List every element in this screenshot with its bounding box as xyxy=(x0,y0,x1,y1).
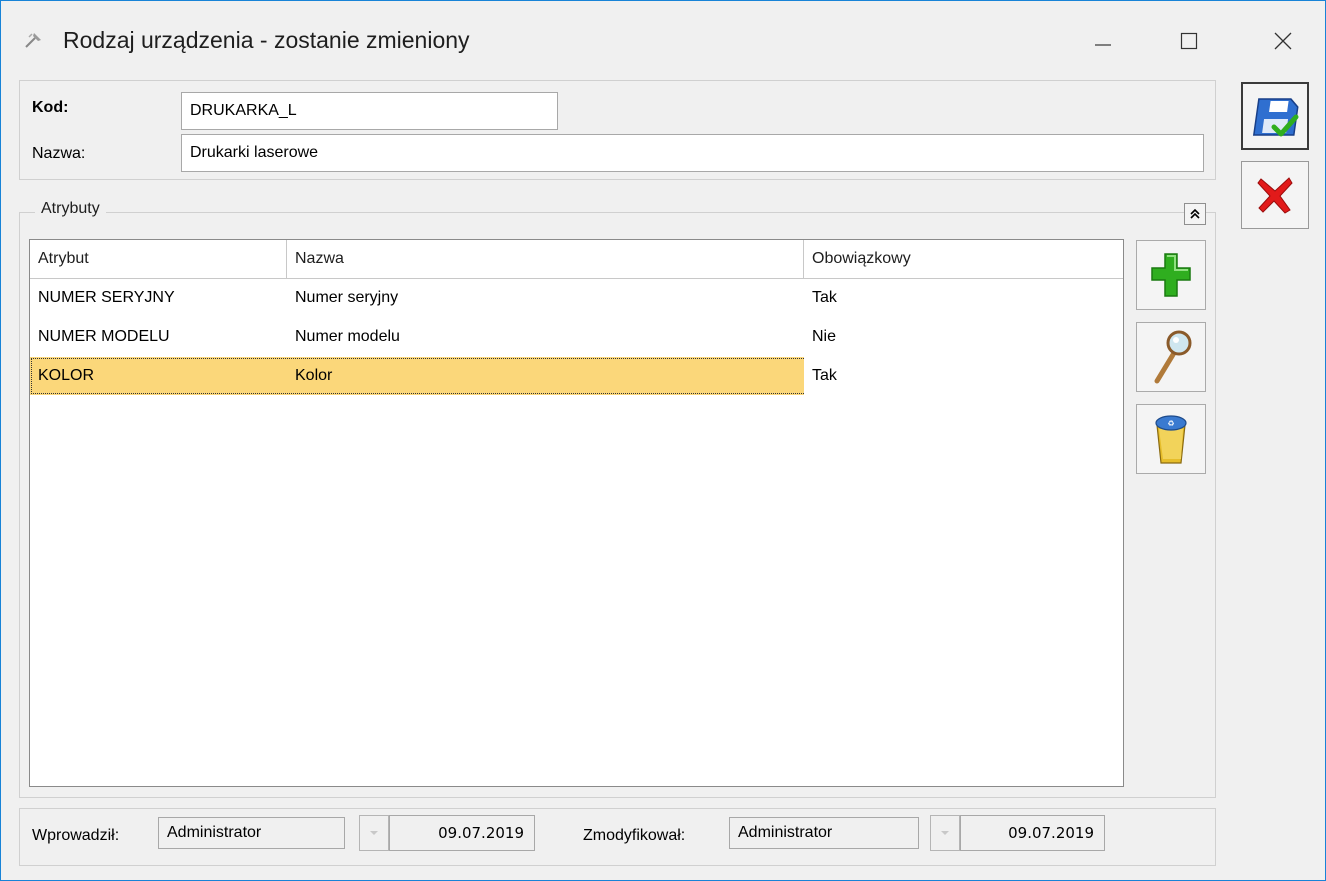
wprowadzil-user-field: Administrator xyxy=(158,817,345,849)
maximize-button[interactable] xyxy=(1161,15,1217,67)
maximize-icon xyxy=(1180,32,1198,50)
column-header-nazwa[interactable]: Nazwa xyxy=(287,240,804,278)
wprowadzil-date-field[interactable]: 09.07.2019 xyxy=(389,815,535,851)
cell-nazwa: Kolor xyxy=(295,367,333,384)
cell-atrybut: NUMER MODELU xyxy=(38,328,170,345)
edit-button[interactable] xyxy=(1136,322,1206,392)
attributes-table[interactable]: Atrybut Nazwa Obowiązkowy NUMER SERYJNY … xyxy=(29,239,1124,787)
delete-button[interactable]: ♻ xyxy=(1136,404,1206,474)
trash-bin-icon: ♻ xyxy=(1155,415,1187,464)
cell-atrybut: KOLOR xyxy=(38,367,95,384)
kod-input[interactable]: DRUKARKA_L xyxy=(181,92,558,130)
window-title: Rodzaj urządzenia - zostanie zmieniony xyxy=(63,27,470,53)
save-floppy-check-icon xyxy=(1252,98,1299,137)
zmodyfikowal-user-field: Administrator xyxy=(729,817,919,849)
save-button[interactable] xyxy=(1241,82,1309,150)
cell-nazwa: Numer modelu xyxy=(295,328,400,345)
cell-obowiazkowy: Nie xyxy=(812,328,837,345)
chevron-down-icon xyxy=(370,831,378,835)
dialog-window: Rodzaj urządzenia - zostanie zmieniony K… xyxy=(0,0,1326,881)
chevron-down-icon xyxy=(941,831,949,835)
nazwa-label: Nazwa: xyxy=(32,145,86,162)
minimize-icon xyxy=(1095,44,1111,46)
zmodyfikowal-date-dropdown[interactable] xyxy=(930,815,960,851)
table-row[interactable]: NUMER SERYJNY Numer seryjny Tak xyxy=(30,279,1123,317)
kod-label: Kod: xyxy=(32,99,69,116)
cancel-button[interactable] xyxy=(1241,161,1309,229)
cancel-x-icon xyxy=(1257,177,1293,214)
table-row-selected[interactable]: KOLOR Kolor Tak xyxy=(30,357,1123,395)
table-row[interactable]: NUMER MODELU Numer modelu Nie xyxy=(30,318,1123,356)
cell-obowiazkowy: Tak xyxy=(812,289,837,306)
svg-text:♻: ♻ xyxy=(1167,419,1174,428)
column-header-obowiazkowy[interactable]: Obowiązkowy xyxy=(804,240,1123,278)
column-header-atrybut[interactable]: Atrybut xyxy=(30,240,287,278)
magnifier-icon xyxy=(1154,330,1192,384)
wprowadzil-date-dropdown[interactable] xyxy=(359,815,389,851)
zmodyfikowal-date-field[interactable]: 09.07.2019 xyxy=(960,815,1105,851)
attributes-group-label: Atrybuty xyxy=(35,200,106,218)
cell-nazwa: Numer seryjny xyxy=(295,289,399,306)
minimize-button[interactable] xyxy=(1075,15,1131,67)
collapse-button[interactable] xyxy=(1184,203,1206,225)
close-icon xyxy=(1274,32,1292,50)
title-bar: Rodzaj urządzenia - zostanie zmieniony xyxy=(1,1,1325,79)
table-header: Atrybut Nazwa Obowiązkowy xyxy=(30,240,1123,279)
wprowadzil-label: Wprowadził: xyxy=(32,827,120,844)
cell-obowiazkowy: Tak xyxy=(804,357,1123,395)
add-button[interactable] xyxy=(1136,240,1206,310)
cell-atrybut: NUMER SERYJNY xyxy=(38,289,175,306)
add-plus-icon xyxy=(1151,253,1191,297)
nazwa-input[interactable]: Drukarki laserowe xyxy=(181,134,1204,172)
close-window-button[interactable] xyxy=(1255,15,1311,67)
zmodyfikowal-label: Zmodyfikował: xyxy=(583,827,686,844)
wrench-icon xyxy=(23,29,45,51)
double-chevron-up-icon xyxy=(1190,208,1200,219)
